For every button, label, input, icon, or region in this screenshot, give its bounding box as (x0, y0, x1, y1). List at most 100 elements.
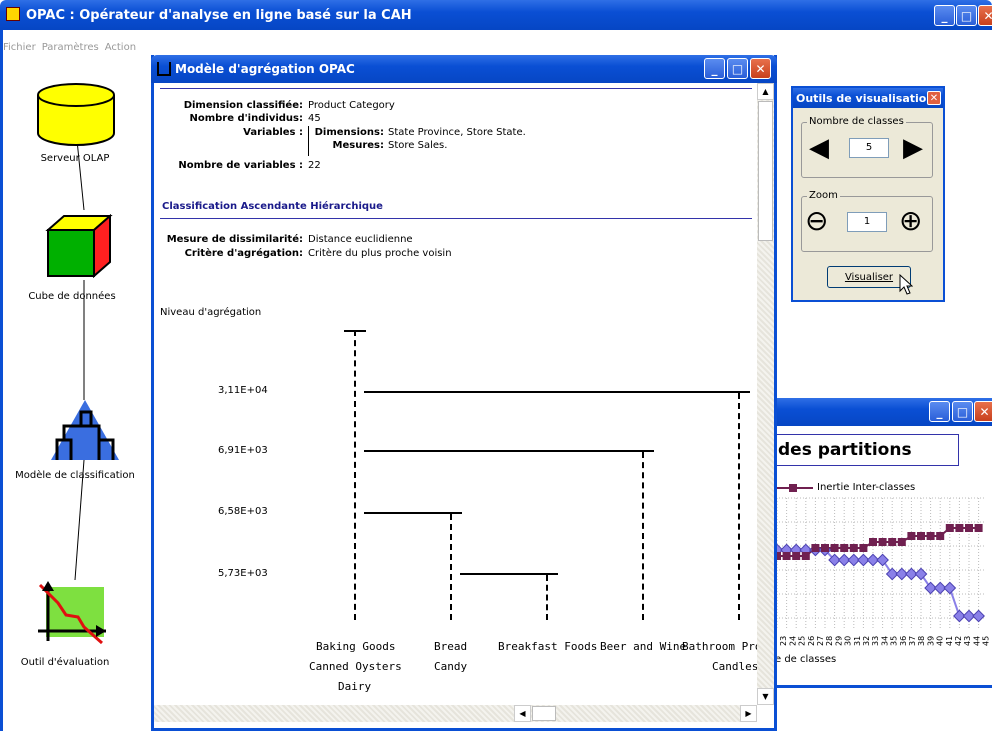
x-tick-label: 40 (936, 636, 945, 646)
tools-titlebar: Outils de visualisation ✕ (793, 88, 943, 108)
point-inter (917, 532, 925, 540)
point-inter (821, 544, 829, 552)
category-candy: Candy (434, 660, 468, 673)
vertical-scrollbar[interactable]: ▲ ▼ (757, 83, 774, 705)
point-inter (849, 544, 858, 552)
category-beer-wine: Beer and Wine (600, 640, 687, 653)
zoom-out-button[interactable]: ⊖ (805, 206, 828, 236)
tools-title: Outils de visualisation (796, 91, 935, 105)
chart-xlabel: e de classes (775, 654, 837, 665)
merge-line-4 (460, 573, 558, 575)
x-tick-label: 24 (788, 636, 797, 646)
database-icon[interactable] (36, 83, 116, 147)
plot-area (773, 498, 985, 628)
category-bathroom: Bathroom Pro (682, 640, 757, 653)
zoom-value-field[interactable]: 1 (847, 212, 887, 232)
category-bread: Bread (434, 640, 468, 653)
x-tick-label: 29 (834, 636, 843, 646)
x-tick-label: 35 (890, 636, 899, 646)
classes-value-field[interactable]: 5 (849, 138, 889, 158)
x-tick-label: 43 (963, 636, 972, 646)
nvar-value: 22 (308, 160, 321, 171)
point-inter (888, 538, 897, 546)
point-inter (869, 538, 877, 546)
node-label-classification: Modèle de classification (15, 470, 135, 481)
divider-top (160, 88, 752, 89)
category-canned-oysters: Canned Oysters (309, 660, 402, 673)
model-window: Modèle d'agrégation OPAC _ □ ✕ Dimension… (151, 55, 777, 731)
x-tick-label: 45 (982, 636, 991, 646)
scroll-right-button[interactable]: ▶ (740, 705, 757, 722)
partition-chart-window: _ □ ✕ des partitions Inertie Inter-class… (770, 398, 992, 688)
classes-group-label: Nombre de classes (807, 116, 906, 127)
aggregation-label: Critère d'agrégation: (184, 248, 303, 259)
scroll-left-button[interactable]: ◀ (514, 705, 531, 722)
x-tick-label: 32 (862, 636, 871, 646)
category-candles: Candles (712, 660, 757, 673)
cube-icon[interactable] (44, 214, 114, 278)
model-minimize-button[interactable]: _ (704, 58, 725, 79)
x-tick-label: 27 (816, 636, 825, 646)
chart-close-button[interactable]: ✕ (974, 401, 992, 422)
evaluation-chart-icon[interactable] (34, 581, 110, 651)
nvar-label: Nombre de variables : (178, 160, 303, 171)
horizontal-scroll-thumb[interactable] (532, 706, 556, 721)
dims-label: Dimensions: (314, 127, 384, 138)
model-close-button[interactable]: ✕ (750, 58, 771, 79)
chart-minimize-button[interactable]: _ (929, 401, 950, 422)
x-tick-label: 34 (880, 636, 889, 646)
merge-line-1 (364, 391, 750, 393)
model-window-icon (157, 62, 171, 76)
tools-close-button[interactable]: ✕ (927, 91, 941, 105)
scroll-up-button[interactable]: ▲ (757, 83, 774, 100)
chart-maximize-button[interactable]: □ (952, 401, 973, 422)
x-tick-label: 33 (871, 636, 880, 646)
x-tick-label: 42 (954, 636, 963, 646)
maximize-button[interactable]: □ (956, 5, 977, 26)
dendrogram-icon[interactable] (49, 398, 121, 462)
x-tick-label: 26 (807, 636, 816, 646)
level-label-2: 6,91E+03 (218, 445, 268, 456)
section-title: Classification Ascendante Hiérarchique (162, 201, 383, 212)
branch-beer-wine (642, 452, 644, 620)
point-inter (897, 538, 906, 546)
var-label: Variables : (243, 127, 303, 138)
branch-baking-goods (354, 330, 356, 620)
point-inter (955, 524, 964, 532)
increase-classes-button[interactable]: ▶ (903, 134, 923, 162)
chart-titlebar: _ □ ✕ (773, 398, 992, 426)
x-tick-label: 39 (926, 636, 935, 646)
dissimilarity-value: Distance euclidienne (308, 234, 413, 245)
point-inter (907, 532, 916, 540)
merge-line-2 (364, 450, 654, 452)
close-button[interactable]: ✕ (978, 5, 992, 26)
scroll-thumb[interactable] (758, 101, 773, 241)
zoom-group-label: Zoom (807, 190, 840, 201)
minimize-button[interactable]: _ (934, 5, 955, 26)
mouse-cursor-icon (899, 274, 913, 295)
x-tick-label: 30 (844, 636, 853, 646)
point-inter (801, 552, 810, 560)
model-title: Modèle d'agrégation OPAC (175, 62, 355, 76)
x-tick-label: 36 (899, 636, 908, 646)
decrease-classes-button[interactable]: ◀ (809, 134, 829, 162)
point-inter (974, 524, 983, 532)
x-tick-label: 25 (798, 636, 807, 646)
dim-label: Dimension classifiée: (183, 100, 303, 111)
model-maximize-button[interactable]: □ (727, 58, 748, 79)
horizontal-scrollbar[interactable]: ◀ ▶ (154, 705, 757, 722)
level-label-1: 3,11E+04 (218, 385, 268, 396)
partition-plot: 2223242526272829303132333435363738394041… (773, 497, 991, 646)
branch-bread (450, 514, 452, 620)
point-inter (840, 544, 849, 552)
scroll-down-button[interactable]: ▼ (757, 688, 774, 705)
category-breakfast-foods: Breakfast Foods (498, 640, 598, 653)
tools-window: Outils de visualisation ✕ Nombre de clas… (791, 86, 945, 302)
n-value: 45 (308, 113, 321, 124)
zoom-in-button[interactable]: ⊕ (899, 206, 922, 236)
n-label: Nombre d'individus: (189, 113, 303, 124)
point-inter (792, 552, 801, 560)
model-titlebar: Modèle d'agrégation OPAC _ □ ✕ (151, 55, 777, 83)
x-tick-label: 38 (917, 636, 926, 646)
mes-label: Mesures: (332, 140, 384, 151)
